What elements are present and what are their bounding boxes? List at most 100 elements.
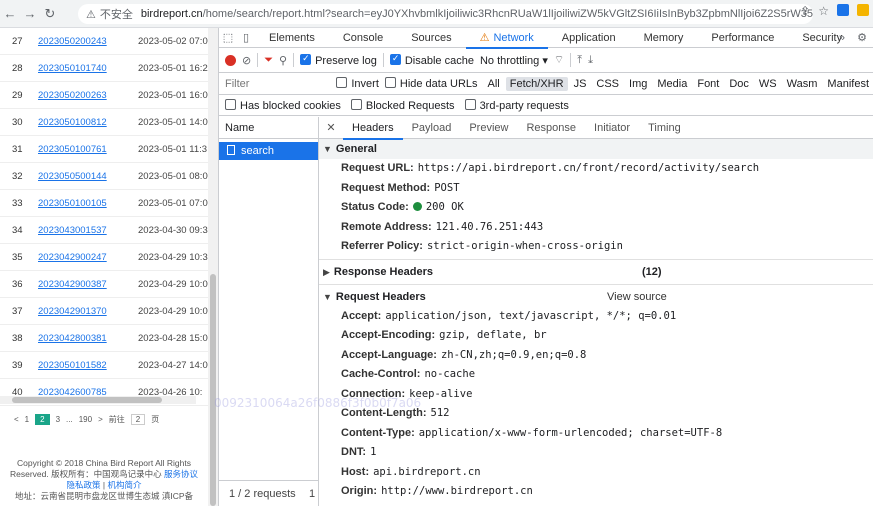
wifi-icon[interactable]: ⌔: [554, 53, 564, 67]
report-id-link[interactable]: 2023050100761: [38, 144, 138, 155]
blocked-cookies-checkbox[interactable]: Has blocked cookies: [225, 98, 341, 112]
report-id-link[interactable]: 2023050101740: [38, 63, 138, 74]
next-page-button[interactable]: >: [98, 415, 103, 424]
address-bar[interactable]: ⚠ 不安全 birdreport.cn /home/search/report.…: [78, 4, 813, 24]
throttling-select[interactable]: No throttling ▾: [480, 54, 548, 67]
close-icon[interactable]: ✕: [319, 121, 343, 134]
view-source-link[interactable]: View source: [607, 287, 667, 307]
row-index: 27: [12, 35, 23, 47]
page-last-button[interactable]: 190: [79, 415, 92, 424]
export-har-icon[interactable]: ⤓: [588, 54, 593, 67]
forward-icon[interactable]: →: [20, 6, 40, 21]
tab-application[interactable]: Application: [548, 28, 630, 48]
filter-type-css[interactable]: CSS: [592, 77, 623, 91]
request-headers-section-header[interactable]: ▼ Request Headers View source: [319, 287, 873, 307]
import-har-icon[interactable]: ⤒: [577, 54, 582, 67]
remote-address-row: Remote Address: 121.40.76.251:443: [341, 220, 544, 233]
table-row: 32 2023050500144 2023-05-01 08:0: [0, 163, 208, 190]
footer-terms-link[interactable]: 服务协议: [164, 469, 198, 479]
filter-type-font[interactable]: Font: [693, 77, 723, 91]
request-row[interactable]: search: [219, 142, 318, 160]
share-icon[interactable]: ⇪: [800, 4, 810, 18]
report-id-link[interactable]: 2023042800381: [38, 333, 138, 344]
back-icon[interactable]: ←: [0, 6, 20, 21]
invert-checkbox[interactable]: Invert: [336, 77, 379, 90]
tab-elements[interactable]: Elements: [255, 28, 329, 48]
report-id-link[interactable]: 2023050101582: [38, 360, 138, 371]
page-1-button[interactable]: 1: [25, 415, 29, 424]
extension-icon-2[interactable]: [857, 4, 869, 16]
browser-toolbar: ← → ↻ ⚠ 不安全 birdreport.cn /home/search/r…: [0, 0, 873, 28]
page-2-button[interactable]: 2: [35, 413, 50, 425]
filter-type-img[interactable]: Img: [625, 77, 651, 91]
prev-page-button[interactable]: <: [14, 415, 19, 424]
document-icon: [227, 145, 235, 155]
tab-memory[interactable]: Memory: [630, 28, 698, 48]
report-id-link[interactable]: 2023042900387: [38, 279, 138, 290]
filter-type-all[interactable]: All: [484, 77, 504, 91]
tab-performance[interactable]: Performance: [697, 28, 788, 48]
reload-icon[interactable]: ↻: [40, 6, 60, 22]
network-split: Name search 1 / 2 requests 1 ✕ Headers Pay…: [219, 117, 873, 506]
filter-type-doc[interactable]: Doc: [725, 77, 753, 91]
request-header-row: Accept: application/json, text/javascript…: [341, 309, 677, 322]
inspect-icon[interactable]: ⬚: [219, 31, 237, 44]
general-section-header[interactable]: ▼ General: [319, 139, 873, 159]
device-toolbar-icon[interactable]: ▯: [237, 31, 255, 44]
filter-icon[interactable]: ⏷: [264, 54, 273, 67]
report-id-link[interactable]: 2023042901370: [38, 306, 138, 317]
detail-tab-payload[interactable]: Payload: [403, 117, 461, 139]
report-id-link[interactable]: 2023042900247: [38, 252, 138, 263]
star-icon[interactable]: ☆: [818, 4, 829, 18]
goto-input[interactable]: 2: [130, 413, 146, 425]
report-id-link[interactable]: 2023050100812: [38, 117, 138, 128]
tab-network[interactable]: ⚠ Network: [465, 28, 549, 49]
horizontal-scrollbar[interactable]: [0, 396, 196, 404]
page-3-button[interactable]: 3: [56, 415, 60, 424]
filter-input[interactable]: Filter: [225, 78, 330, 90]
detail-tabbar: ✕ Headers Payload Preview Response Initiator…: [319, 117, 873, 140]
third-party-checkbox[interactable]: 3rd-party requests: [464, 98, 569, 112]
detail-tab-response[interactable]: Response: [517, 117, 585, 139]
page-vertical-scrollbar[interactable]: [208, 28, 218, 506]
filter-type-wasm[interactable]: Wasm: [783, 77, 822, 91]
footer-privacy-link[interactable]: 隐私政策: [67, 480, 101, 490]
row-index: 39: [12, 359, 23, 371]
search-icon[interactable]: ⚲: [279, 54, 287, 67]
filter-type-js[interactable]: JS: [570, 77, 591, 91]
row-index: 33: [12, 197, 23, 209]
blocked-requests-checkbox[interactable]: Blocked Requests: [350, 98, 455, 112]
more-tabs-icon[interactable]: »: [839, 32, 845, 44]
report-id-link[interactable]: 2023050100105: [38, 198, 138, 209]
report-id-link[interactable]: 2023050200263: [38, 90, 138, 101]
status-ok-icon: [412, 202, 422, 211]
extension-icon[interactable]: [837, 4, 849, 16]
table-row: 31 2023050100761 2023-05-01 11:3: [0, 136, 208, 163]
report-id-link[interactable]: 2023050500144: [38, 171, 138, 182]
disable-cache-checkbox[interactable]: Disable cache: [389, 53, 474, 67]
detail-tab-preview[interactable]: Preview: [460, 117, 517, 139]
record-icon[interactable]: [225, 54, 236, 66]
filter-type-ws[interactable]: WS: [755, 77, 781, 91]
name-column-header[interactable]: Name: [219, 117, 318, 139]
tab-console[interactable]: Console: [329, 28, 397, 48]
detail-tab-headers[interactable]: Headers: [343, 117, 403, 140]
detail-tab-timing[interactable]: Timing: [639, 117, 690, 139]
filter-type-manifest[interactable]: Manifest: [823, 77, 873, 91]
footer-about-link[interactable]: 机构简介: [107, 480, 141, 490]
response-headers-section-header[interactable]: ▶ Response Headers (12): [319, 262, 873, 282]
tab-sources[interactable]: Sources: [397, 28, 465, 48]
filter-type-fetch-xhr[interactable]: Fetch/XHR: [505, 76, 568, 91]
tab-security[interactable]: Security: [788, 28, 856, 48]
report-id-link[interactable]: 2023050200243: [38, 36, 138, 47]
preserve-log-checkbox[interactable]: Preserve log: [300, 53, 377, 67]
table-row: 37 2023042901370 2023-04-29 10:0: [0, 298, 208, 325]
report-id-link[interactable]: 2023043001537: [38, 225, 138, 236]
gear-icon[interactable]: ⚙: [857, 31, 867, 44]
url-path: /home/search/report.html?search=eyJ0YXhv…: [202, 8, 813, 20]
hide-data-urls-checkbox[interactable]: Hide data URLs: [384, 77, 478, 90]
detail-tab-initiator[interactable]: Initiator: [585, 117, 639, 139]
clear-icon[interactable]: ⊘: [242, 54, 251, 67]
request-header-row: Accept-Language: zh-CN,zh;q=0.9,en;q=0.8: [341, 348, 587, 361]
filter-type-media[interactable]: Media: [653, 77, 691, 91]
